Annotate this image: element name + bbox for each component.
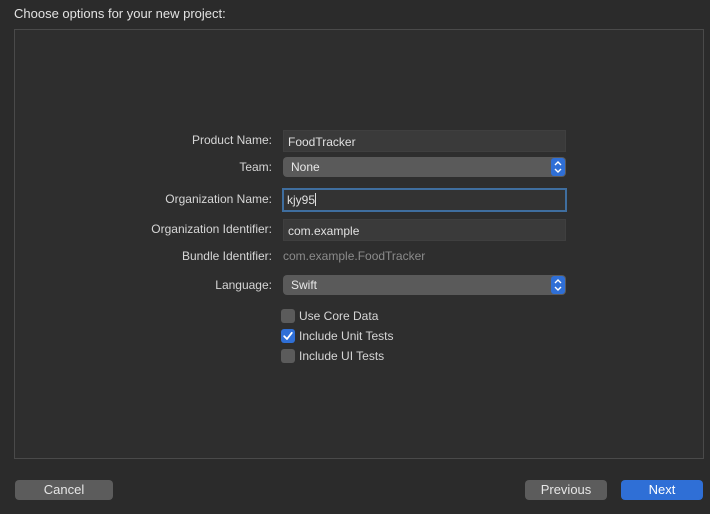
organization-name-label: Organization Name: bbox=[165, 192, 272, 206]
organization-name-field[interactable]: kjy95 bbox=[282, 188, 567, 212]
bundle-identifier-row: Bundle Identifier: com.example.FoodTrack… bbox=[15, 246, 703, 268]
product-name-row: Product Name: FoodTracker bbox=[15, 130, 703, 152]
language-row: Language: Swift bbox=[15, 275, 703, 297]
organization-identifier-row: Organization Identifier: com.example bbox=[15, 219, 703, 241]
include-unit-tests-label: Include Unit Tests bbox=[299, 329, 394, 343]
next-button[interactable]: Next bbox=[621, 480, 703, 500]
product-name-label: Product Name: bbox=[191, 133, 272, 147]
team-popup-value: None bbox=[291, 160, 320, 174]
chevron-updown-icon bbox=[551, 276, 565, 294]
language-label: Language: bbox=[215, 278, 272, 292]
checkbox-box bbox=[281, 349, 295, 363]
product-name-field[interactable]: FoodTracker bbox=[283, 130, 566, 152]
language-popup-value: Swift bbox=[291, 278, 318, 292]
new-project-options-window: Choose options for your new project: Pro… bbox=[0, 0, 710, 514]
checkbox-box bbox=[281, 309, 295, 323]
include-ui-tests-label: Include UI Tests bbox=[299, 349, 385, 363]
bundle-identifier-label: Bundle Identifier: bbox=[181, 249, 272, 263]
use-core-data-label: Use Core Data bbox=[299, 309, 379, 323]
text-caret bbox=[315, 193, 317, 206]
organization-identifier-field[interactable]: com.example bbox=[283, 219, 566, 241]
organization-name-row: Organization Name: kjy95 bbox=[15, 188, 703, 212]
previous-button[interactable]: Previous bbox=[525, 480, 607, 500]
organization-name-value: kjy95 bbox=[287, 193, 316, 207]
chevron-updown-icon bbox=[551, 158, 565, 176]
language-popup[interactable]: Swift bbox=[283, 275, 566, 295]
cancel-button[interactable]: Cancel bbox=[15, 480, 113, 500]
team-label: Team: bbox=[239, 160, 272, 174]
bundle-identifier-value: com.example.FoodTracker bbox=[283, 249, 426, 263]
options-panel: Product Name: FoodTracker Team: None Org… bbox=[14, 29, 704, 459]
checkmark-icon bbox=[281, 329, 295, 343]
page-title: Choose options for your new project: bbox=[14, 6, 226, 21]
organization-identifier-label: Organization Identifier: bbox=[151, 222, 272, 236]
team-popup[interactable]: None bbox=[283, 157, 566, 177]
team-row: Team: None bbox=[15, 157, 703, 179]
